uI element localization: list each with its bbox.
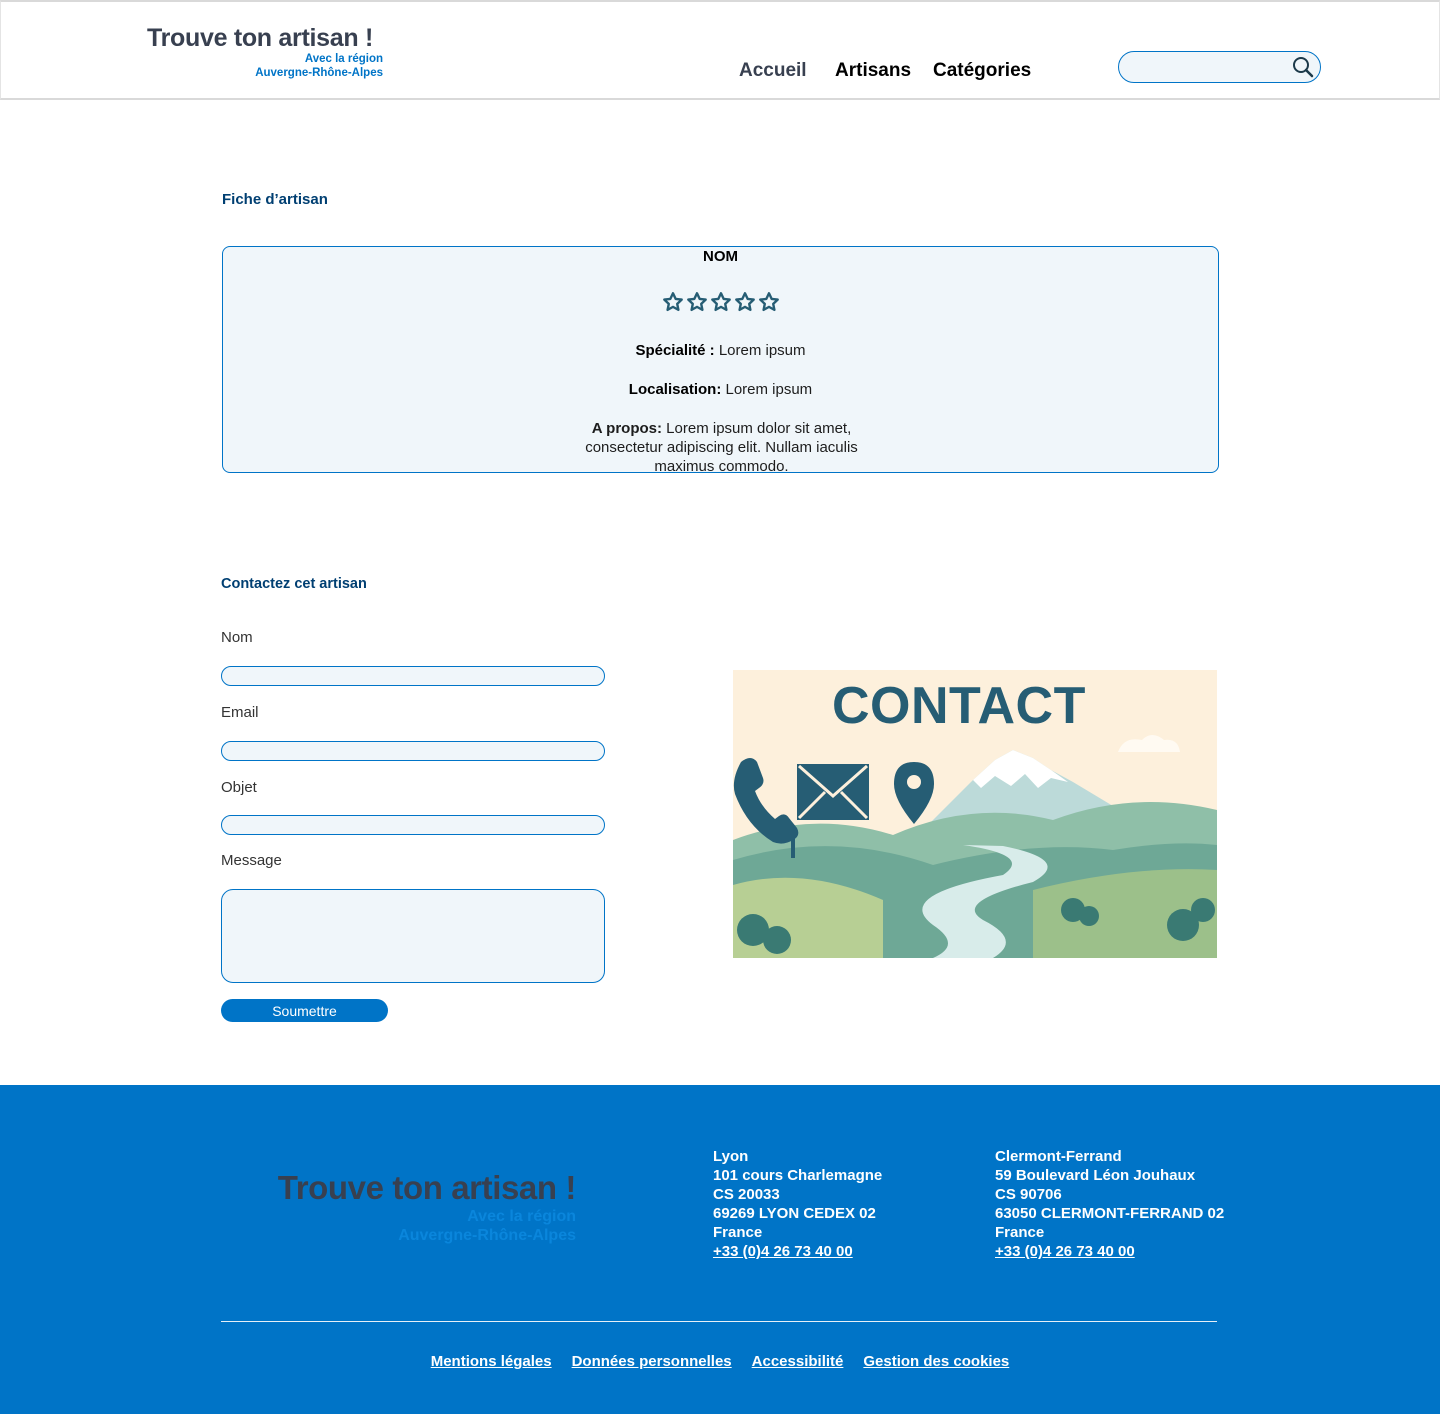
message-label: Message bbox=[221, 852, 282, 869]
star-outline-icon[interactable] bbox=[734, 291, 756, 313]
apropos-label: A propos: bbox=[591, 420, 663, 437]
contact-image-title: CONTACT bbox=[832, 677, 1086, 735]
address-city: Clermont-Ferrand bbox=[995, 1148, 1122, 1165]
address-postal: 63050 CLERMONT-FERRAND 02 bbox=[995, 1205, 1225, 1222]
address-postal: 69269 LYON CEDEX 02 bbox=[713, 1205, 876, 1222]
link-gestion-cookies[interactable]: Gestion des cookies bbox=[863, 1353, 1009, 1370]
contact-title: Contactez cet artisan bbox=[221, 576, 367, 592]
envelope-icon bbox=[797, 764, 869, 820]
artisan-card: NOM Spécialité : Lorem ipsum Localisatio… bbox=[222, 246, 1219, 476]
link-donnees-personnelles[interactable]: Données personnelles bbox=[572, 1353, 732, 1370]
address-street: 59 Boulevard Léon Jouhaux bbox=[995, 1167, 1196, 1184]
nav-artisans[interactable]: Artisans bbox=[835, 60, 933, 82]
address-cs: CS 20033 bbox=[713, 1186, 780, 1203]
address-clermont: Clermont-Ferrand 59 Boulevard Léon Jouha… bbox=[995, 1147, 1224, 1261]
address-cs: CS 90706 bbox=[995, 1186, 1062, 1203]
footer-links: Mentions légales Données personnelles Ac… bbox=[0, 1353, 1440, 1370]
footer-logo-title: Trouve ton artisan ! bbox=[277, 1169, 577, 1206]
localisation-line: Localisation: Lorem ipsum bbox=[223, 380, 1218, 399]
logo-region: Auvergne-Rhône-Alpes bbox=[255, 67, 383, 79]
search-bar bbox=[1118, 51, 1321, 83]
email-input[interactable] bbox=[221, 741, 605, 761]
specialite-line: Spécialité : Lorem ipsum bbox=[223, 341, 1218, 360]
main-nav: Accueil Artisans Catégories bbox=[739, 60, 1031, 82]
logo-subtitle: Avec la région bbox=[304, 53, 383, 65]
email-label: Email bbox=[221, 704, 259, 721]
search-input[interactable] bbox=[1131, 57, 1291, 77]
fiche-title: Fiche d’artisan bbox=[222, 191, 328, 208]
artisan-name: NOM bbox=[703, 248, 738, 265]
specialite-value: Lorem ipsum bbox=[714, 342, 806, 359]
logo-title: Trouve ton artisan ! bbox=[147, 24, 373, 52]
link-mentions-legales[interactable]: Mentions légales bbox=[431, 1353, 552, 1370]
footer-logo[interactable]: Trouve ton artisan ! Avec la région Auve… bbox=[256, 1169, 577, 1245]
submit-button[interactable]: Soumettre bbox=[221, 999, 388, 1022]
footer-logo-region: Auvergne-Rhône-Alpes bbox=[398, 1227, 576, 1244]
message-textarea[interactable] bbox=[221, 889, 605, 983]
star-outline-icon[interactable] bbox=[686, 291, 708, 313]
address-country: France bbox=[995, 1224, 1045, 1241]
nav-categories[interactable]: Catégories bbox=[933, 60, 1031, 82]
address-street: 101 cours Charlemagne bbox=[713, 1167, 883, 1184]
address-phone-link[interactable]: +33 (0)4 26 73 40 00 bbox=[713, 1242, 882, 1261]
contact-illustration: CONTACT bbox=[733, 670, 1217, 958]
site-footer: Trouve ton artisan ! Avec la région Auve… bbox=[0, 1085, 1440, 1414]
specialite-label: Spécialité : bbox=[635, 342, 715, 359]
address-lyon: Lyon 101 cours Charlemagne CS 20033 6926… bbox=[713, 1147, 882, 1261]
site-header: Trouve ton artisan ! Avec la région Auve… bbox=[0, 0, 1440, 100]
apropos-text: A propos: Lorem ipsum dolor sit amet, co… bbox=[573, 419, 870, 476]
objet-label: Objet bbox=[221, 779, 257, 796]
search-icon[interactable] bbox=[1292, 56, 1314, 78]
footer-divider bbox=[221, 1321, 1217, 1322]
site-logo[interactable]: Trouve ton artisan ! Avec la région Auve… bbox=[147, 24, 383, 80]
localisation-label: Localisation: bbox=[628, 381, 722, 398]
star-outline-icon[interactable] bbox=[758, 291, 780, 313]
localisation-value: Lorem ipsum bbox=[721, 381, 813, 398]
nom-label: Nom bbox=[221, 629, 253, 646]
nav-accueil[interactable]: Accueil bbox=[739, 60, 835, 82]
address-phone-link[interactable]: +33 (0)4 26 73 40 00 bbox=[995, 1242, 1224, 1261]
address-country: France bbox=[713, 1224, 763, 1241]
address-city: Lyon bbox=[713, 1148, 749, 1165]
star-outline-icon[interactable] bbox=[662, 291, 684, 313]
star-outline-icon[interactable] bbox=[710, 291, 732, 313]
footer-logo-subtitle: Avec la région bbox=[467, 1208, 576, 1225]
link-accessibilite[interactable]: Accessibilité bbox=[752, 1353, 844, 1370]
objet-input[interactable] bbox=[221, 815, 605, 835]
rating-stars bbox=[223, 291, 1218, 313]
nom-input[interactable] bbox=[221, 666, 605, 686]
